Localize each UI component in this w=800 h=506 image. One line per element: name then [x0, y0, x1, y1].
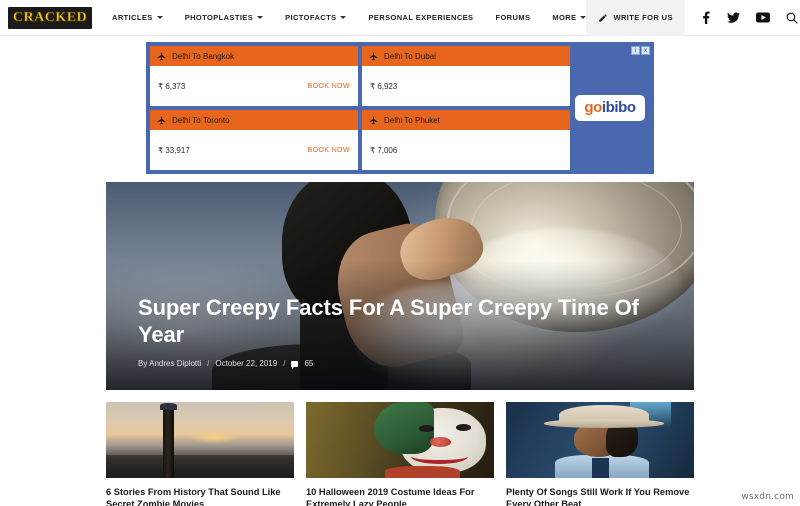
ad-card-header: Delhi To Phuket: [362, 110, 570, 130]
site-logo[interactable]: CRACKED: [8, 6, 92, 29]
hero-author: By Andres Diplotti: [138, 359, 202, 368]
article-card-title[interactable]: 6 Stories From History That Sound Like S…: [106, 486, 294, 506]
hero-separator: /: [207, 359, 210, 368]
article-card-row: 6 Stories From History That Sound Like S…: [106, 402, 694, 506]
nav-item-photoplasties[interactable]: PHOTOPLASTIES: [184, 13, 264, 22]
ad-route-label: Delhi To Toronto: [172, 115, 230, 125]
airplane-icon: [157, 51, 166, 60]
article-card[interactable]: 10 Halloween 2019 Costume Ideas For Extr…: [306, 402, 494, 506]
pencil-icon: [599, 13, 608, 22]
nav-label: PHOTOPLASTIES: [184, 13, 254, 22]
ad-route-label: Delhi To Phuket: [384, 115, 440, 125]
nav-label: PERSONAL EXPERIENCES: [368, 13, 474, 22]
write-for-us-label: WRITE FOR US: [613, 13, 673, 22]
nav-label: FORUMS: [495, 13, 531, 22]
nav-label: MORE: [552, 13, 577, 22]
joker-costume: [384, 465, 461, 478]
ad-inner: Delhi To Bangkok ₹ 6,373 BOOK NOW Delhi …: [150, 46, 650, 170]
joker-red-nose: [430, 436, 451, 447]
ad-card-body: ₹ 7,006 BOOK NOW: [362, 130, 570, 170]
lighthouse-lamp: [159, 402, 178, 410]
article-card[interactable]: 6 Stories From History That Sound Like S…: [106, 402, 294, 506]
joker-eye-right: [456, 424, 472, 431]
site-logo-text: CRACKED: [12, 9, 88, 25]
joker-eye-left: [418, 424, 434, 432]
article-card-title[interactable]: 10 Halloween 2019 Costume Ideas For Extr…: [306, 486, 494, 506]
goibibo-logo[interactable]: goibibo: [575, 95, 645, 121]
ad-card-header: Delhi To Bangkok: [150, 46, 358, 66]
nav-item-personal-experiences[interactable]: PERSONAL EXPERIENCES: [368, 13, 473, 22]
nav-label: PICTOFACTS: [285, 13, 337, 22]
ad-flight-card[interactable]: Delhi To Toronto ₹ 33,917 BOOK NOW: [150, 110, 358, 170]
chevron-down-icon: [340, 16, 347, 19]
social-links: [685, 11, 800, 24]
nav-item-forums[interactable]: FORUMS: [495, 13, 530, 22]
advertisement-banner[interactable]: Delhi To Bangkok ₹ 6,373 BOOK NOW Delhi …: [146, 42, 654, 174]
sunset-glow: [188, 432, 238, 444]
hero-byline: By Andres Diplotti / October 22, 2019 / …: [138, 359, 654, 369]
ad-route-label: Delhi To Bangkok: [172, 51, 235, 61]
ad-flight-grid: Delhi To Bangkok ₹ 6,373 BOOK NOW Delhi …: [150, 46, 570, 170]
adchoices-close-icon[interactable]: x: [641, 46, 650, 55]
search-icon[interactable]: [786, 12, 798, 24]
facebook-icon[interactable]: [701, 11, 711, 24]
hero-comment-count: 65: [304, 359, 314, 368]
ad-route-label: Delhi To Dubai: [384, 51, 436, 61]
airplane-icon: [369, 115, 378, 124]
nav-item-articles[interactable]: ARTICLES: [112, 13, 163, 22]
youtube-icon[interactable]: [755, 12, 770, 23]
watermark: wsxdn.com: [741, 492, 794, 502]
ad-brand-panel: goibibo: [570, 46, 650, 170]
article-thumbnail: [506, 402, 694, 478]
airplane-icon: [157, 115, 166, 124]
ad-card-header: Delhi To Dubai: [362, 46, 570, 66]
adchoices-controls[interactable]: i x: [631, 46, 650, 55]
ad-price: ₹ 7,006: [370, 145, 398, 155]
fedora-brim: [543, 419, 664, 428]
ad-column-left: Delhi To Bangkok ₹ 6,373 BOOK NOW Delhi …: [150, 46, 358, 170]
ad-price: ₹ 33,917: [158, 145, 190, 155]
ad-flight-card[interactable]: Delhi To Dubai ₹ 6,923 BOOK NOW: [362, 46, 570, 106]
featured-article-hero[interactable]: Super Creepy Facts For A Super Creepy Ti…: [106, 182, 694, 390]
hero-date: October 22, 2019: [215, 359, 278, 368]
ad-book-now-link[interactable]: BOOK NOW: [308, 83, 350, 90]
hero-text-block: Super Creepy Facts For A Super Creepy Ti…: [138, 295, 654, 369]
hero-headline[interactable]: Super Creepy Facts For A Super Creepy Ti…: [138, 295, 654, 349]
shore-foreground: [106, 455, 294, 478]
nav-item-pictofacts[interactable]: PICTOFACTS: [285, 13, 347, 22]
article-thumbnail: [306, 402, 494, 478]
article-card[interactable]: Plenty Of Songs Still Work If You Remove…: [506, 402, 694, 506]
adchoices-info-icon[interactable]: i: [631, 46, 640, 55]
hero-separator: /: [283, 359, 286, 368]
article-card-title[interactable]: Plenty Of Songs Still Work If You Remove…: [506, 486, 694, 506]
ad-flight-card[interactable]: Delhi To Bangkok ₹ 6,373 BOOK NOW: [150, 46, 358, 106]
comment-icon: [291, 360, 299, 369]
lighthouse-tower: [163, 406, 174, 478]
airplane-icon: [369, 51, 378, 60]
article-thumbnail: [106, 402, 294, 478]
chevron-down-icon: [257, 16, 264, 19]
ad-card-body: ₹ 6,373 BOOK NOW: [150, 66, 358, 106]
site-header: CRACKED ARTICLES PHOTOPLASTIES PICTOFACT…: [0, 0, 800, 36]
ad-price: ₹ 6,373: [158, 81, 186, 91]
ad-card-body: ₹ 6,923 BOOK NOW: [362, 66, 570, 106]
nav-item-more[interactable]: MORE: [552, 13, 587, 22]
chevron-down-icon: [156, 16, 163, 19]
ad-column-right: Delhi To Dubai ₹ 6,923 BOOK NOW Delhi To…: [362, 46, 570, 170]
goibibo-logo-ibibo: ibibo: [601, 99, 636, 116]
main-navigation: ARTICLES PHOTOPLASTIES PICTOFACTS PERSON…: [112, 13, 587, 22]
ad-card-header: Delhi To Toronto: [150, 110, 358, 130]
ad-card-body: ₹ 33,917 BOOK NOW: [150, 130, 358, 170]
nav-label: ARTICLES: [112, 13, 153, 22]
write-for-us-button[interactable]: WRITE FOR US: [586, 0, 685, 36]
twitter-icon[interactable]: [726, 11, 740, 24]
singer-tie: [592, 458, 610, 478]
goibibo-logo-go: go: [584, 99, 602, 116]
ad-book-now-link[interactable]: BOOK NOW: [308, 147, 350, 154]
ad-price: ₹ 6,923: [370, 81, 398, 91]
ad-flight-card[interactable]: Delhi To Phuket ₹ 7,006 BOOK NOW: [362, 110, 570, 170]
